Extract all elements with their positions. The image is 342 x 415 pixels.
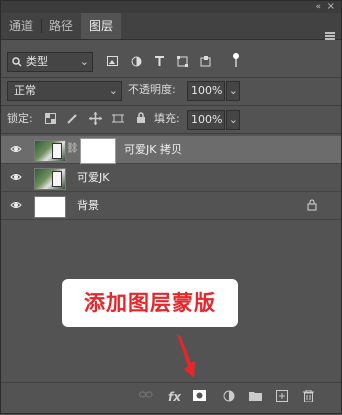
panel-menu-icon[interactable] [325, 32, 335, 40]
chevron-down-icon: ⌄ [108, 84, 118, 97]
layer-thumbnail [34, 196, 66, 218]
layer-row[interactable]: 可爱JK [1, 164, 341, 192]
lock-artboard-icon[interactable] [112, 113, 124, 124]
blend-mode-value: 正常 [14, 84, 36, 97]
lock-transparent-icon[interactable] [45, 113, 56, 124]
tab-paths[interactable]: 路径 [41, 13, 81, 39]
chevron-down-icon: ⌄ [228, 84, 238, 97]
chevron-down-icon: ⌄ [79, 55, 89, 68]
panel-tabs: 通道 路径 图层 [1, 13, 341, 40]
fill-value: 100% [191, 113, 223, 126]
eye-icon[interactable] [10, 172, 22, 182]
blend-mode-select[interactable]: 正常 ⌄ [7, 81, 122, 101]
layers-toolbar: fx [1, 382, 341, 411]
divider [1, 105, 341, 106]
fx-icon[interactable]: fx [168, 390, 181, 404]
filter-kind-label: 类型 [26, 55, 48, 68]
filter-toggle[interactable] [233, 53, 239, 67]
tab-channels[interactable]: 通道 [1, 13, 41, 39]
search-icon [12, 57, 22, 67]
layer-name: 背景 [77, 199, 99, 212]
adjustment-layer-icon[interactable] [223, 390, 235, 402]
fill-slider-button[interactable]: ⌄ [226, 110, 240, 130]
divider [1, 77, 341, 78]
panel-title-bar: « × [1, 1, 341, 13]
link-layers-icon[interactable] [139, 390, 153, 400]
layer-name: 可爱JK [77, 171, 110, 184]
callout-label: 添加图层蒙版 [62, 279, 238, 327]
collapse-icon[interactable]: « [315, 2, 321, 12]
eye-icon[interactable] [10, 144, 22, 154]
lock-icon[interactable] [307, 199, 317, 211]
layer-mask-thumbnail[interactable] [81, 139, 115, 163]
layer-row[interactable]: 背景 [1, 192, 341, 220]
link-icon[interactable]: ⛓ [66, 143, 79, 154]
new-group-icon[interactable] [249, 390, 262, 401]
chevron-down-icon: ⌄ [228, 113, 238, 126]
layer-thumbnail [34, 168, 66, 190]
fill-input[interactable]: 100% [187, 110, 225, 130]
filter-kind-select[interactable]: 类型 ⌄ [7, 52, 93, 72]
layer-row[interactable]: ⛓ 可爱JK 拷贝 [1, 136, 341, 164]
image-filter-icon[interactable] [107, 56, 118, 66]
tab-layers[interactable]: 图层 [81, 13, 122, 39]
smart-object-filter-icon[interactable] [200, 56, 211, 67]
fill-label: 填充: [154, 112, 180, 125]
layer-name: 可爱JK 拷贝 [124, 143, 182, 156]
lock-pixels-icon[interactable] [67, 113, 78, 124]
lock-position-icon[interactable] [89, 112, 102, 125]
close-icon[interactable]: × [327, 1, 335, 12]
add-mask-icon[interactable] [193, 390, 206, 401]
divider [1, 133, 341, 134]
opacity-value: 100% [191, 84, 223, 97]
layers-panel: « × 通道 路径 图层 类型 ⌄ 正常 ⌄ 不透明度: 100% ⌄ 锁定: [0, 0, 342, 414]
eye-icon[interactable] [10, 200, 22, 210]
callout-text: 添加图层蒙版 [84, 291, 216, 315]
opacity-label: 不透明度: [128, 83, 176, 96]
new-layer-icon[interactable] [276, 390, 288, 402]
opacity-slider-button[interactable]: ⌄ [226, 81, 240, 101]
adjustment-filter-icon[interactable] [131, 56, 142, 67]
trash-icon[interactable] [303, 390, 314, 402]
opacity-input[interactable]: 100% [187, 81, 225, 101]
type-filter-icon[interactable] [154, 56, 165, 67]
lock-label: 锁定: [7, 112, 33, 125]
layer-thumbnail [34, 140, 66, 162]
shape-filter-icon[interactable] [177, 56, 188, 67]
lock-all-icon[interactable] [136, 112, 146, 124]
